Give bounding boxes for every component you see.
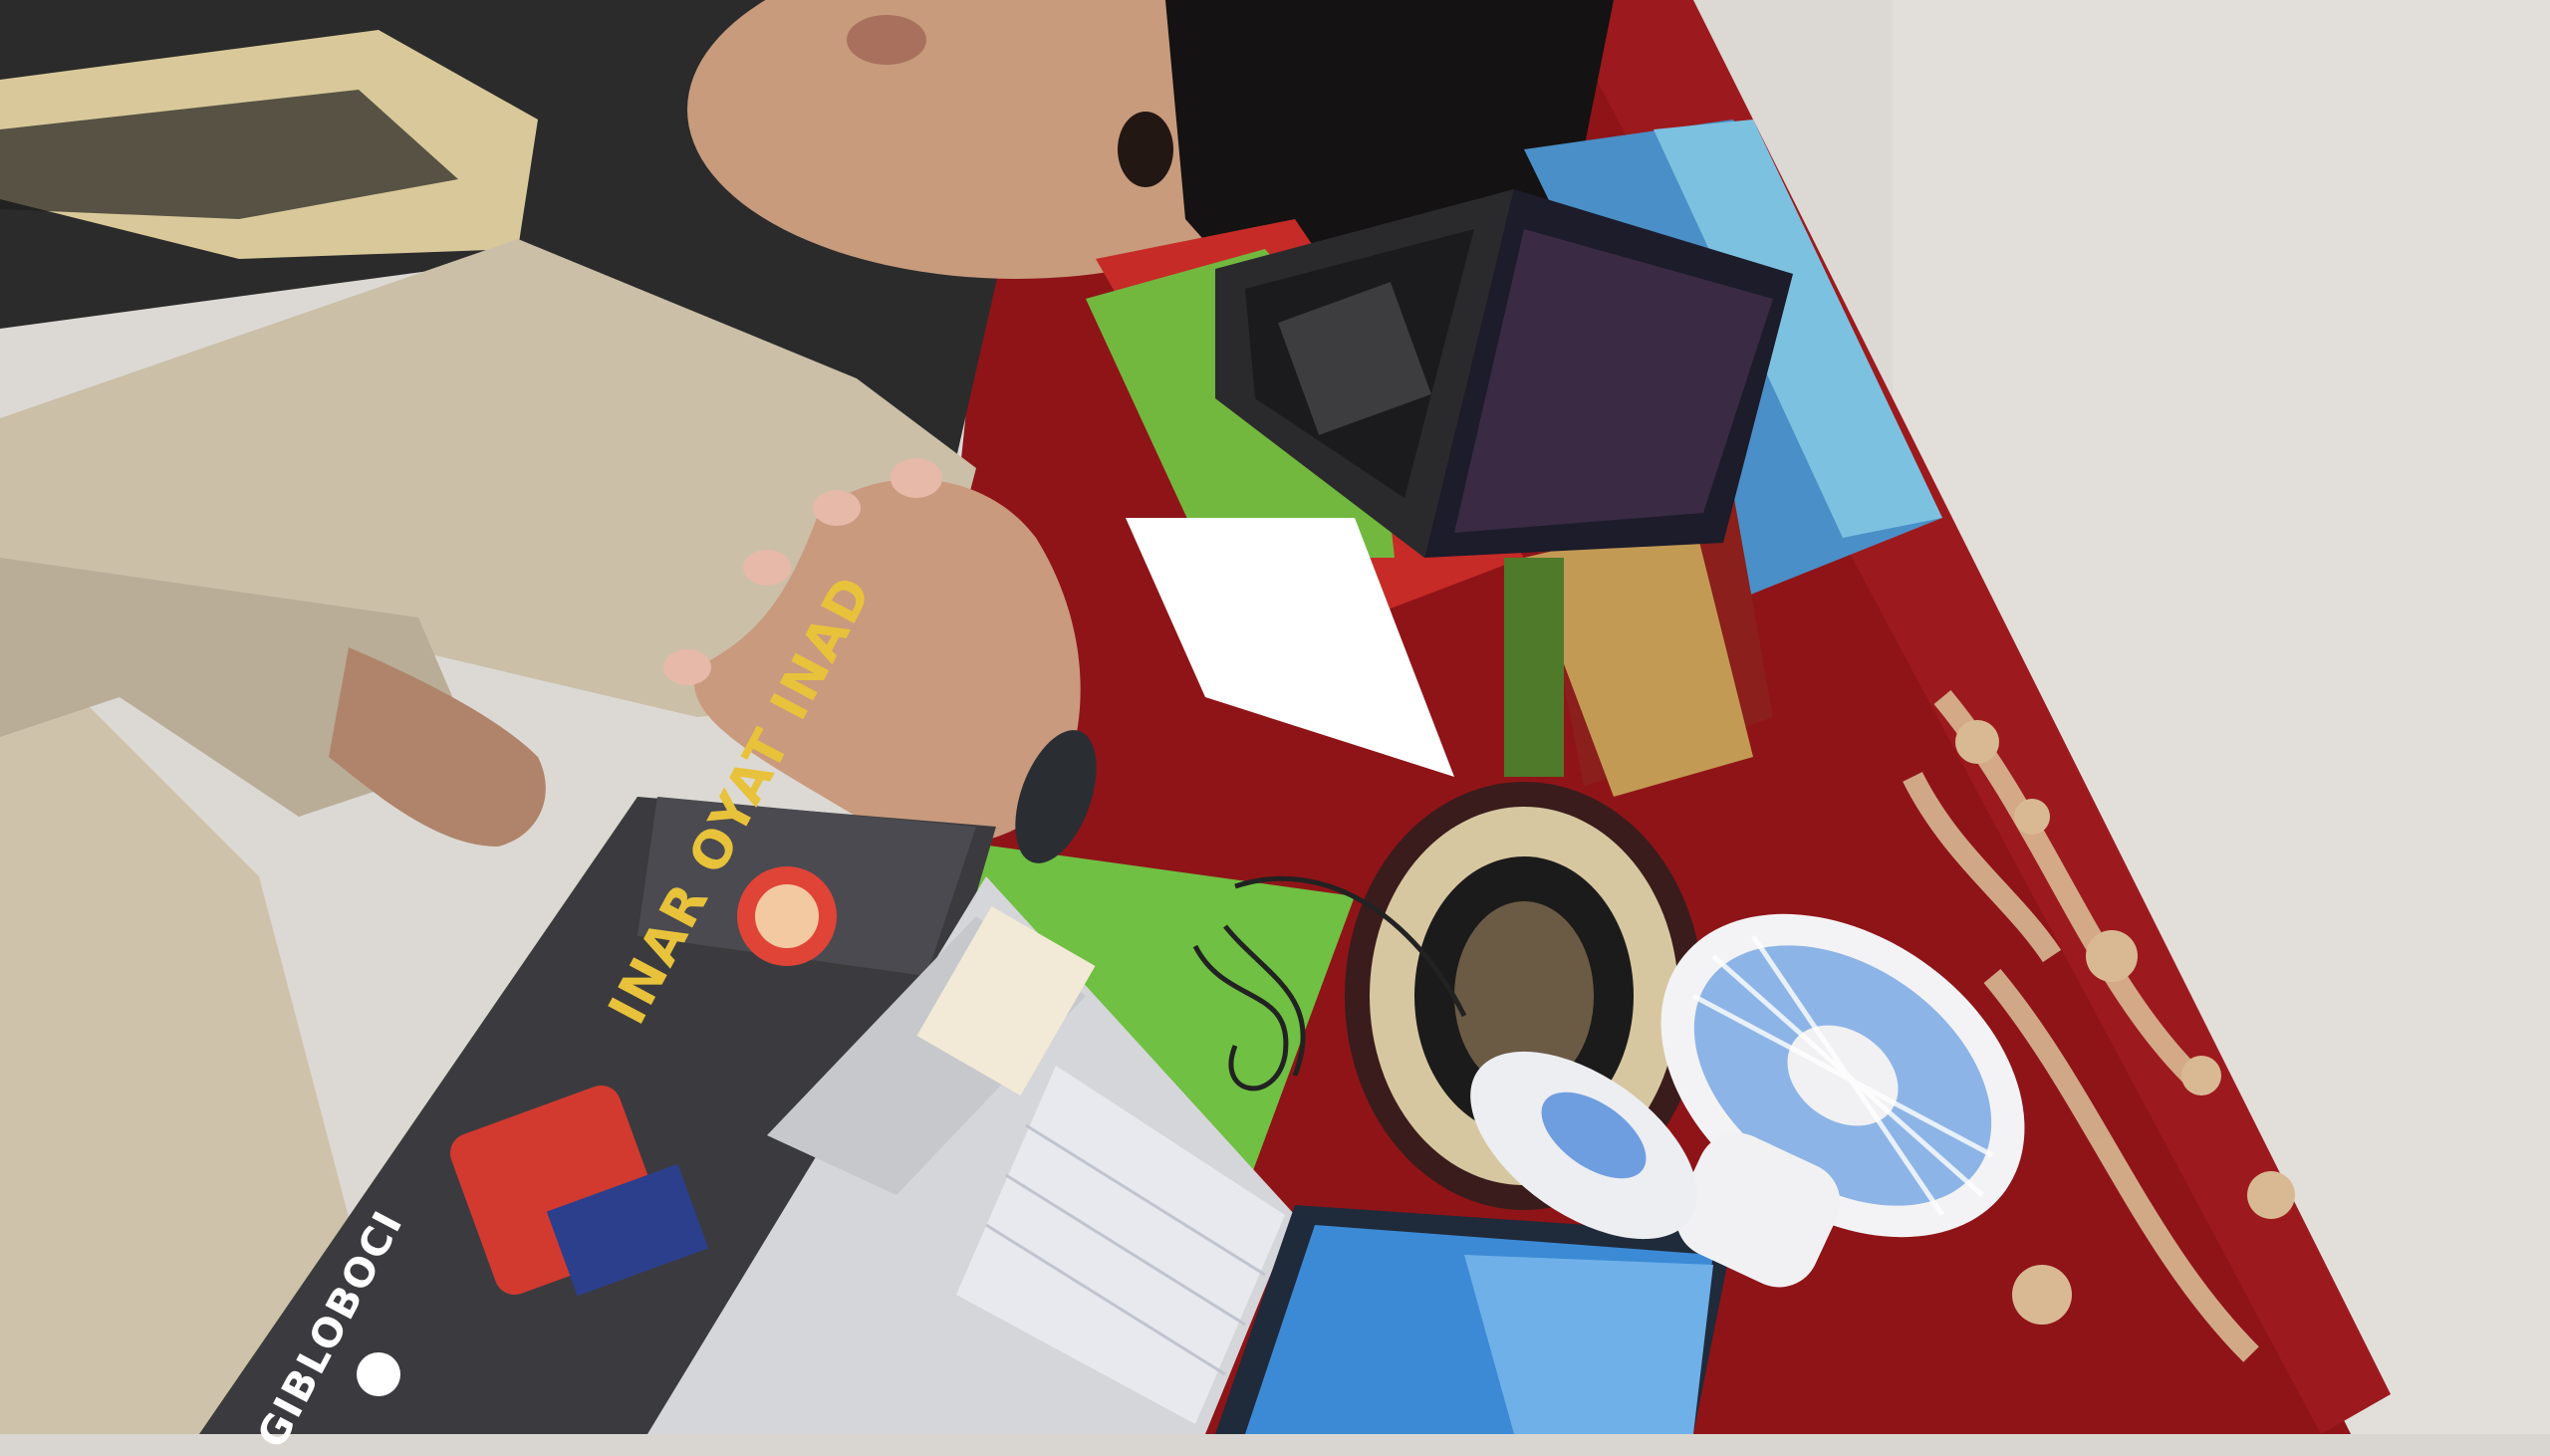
eye <box>1118 112 1173 187</box>
photo-scene: INAR OYAT INAD GIBLOBOCI <box>0 0 2550 1456</box>
